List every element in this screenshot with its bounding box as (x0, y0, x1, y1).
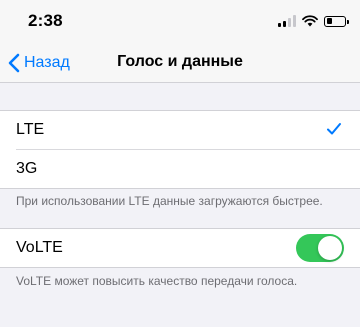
status-time: 2:38 (28, 11, 63, 30)
status-icons (278, 14, 349, 28)
status-bar: 2:38 (0, 0, 360, 44)
volte-group: VoLTE (0, 228, 360, 268)
network-options-group: LTE 3G (0, 110, 360, 189)
network-footer-text: При использовании LTE данные загружаются… (16, 194, 323, 208)
volte-label: VoLTE (16, 239, 63, 256)
volte-row: VoLTE (0, 229, 360, 267)
page-title: Голос и данные (117, 53, 243, 70)
cellular-signal-icon (278, 15, 296, 27)
toggle-knob (318, 236, 342, 260)
navigation-bar: Назад Голос и данные (0, 44, 360, 83)
option-3g[interactable]: 3G (0, 150, 360, 188)
wifi-icon (302, 15, 318, 27)
volte-footer-text: VoLTE может повысить качество передачи г… (16, 274, 298, 288)
checkmark-icon (327, 123, 341, 135)
option-lte[interactable]: LTE (0, 111, 360, 149)
battery-icon (324, 15, 349, 27)
volte-toggle[interactable] (296, 234, 344, 262)
option-label: 3G (16, 160, 38, 177)
option-label: LTE (16, 121, 45, 138)
